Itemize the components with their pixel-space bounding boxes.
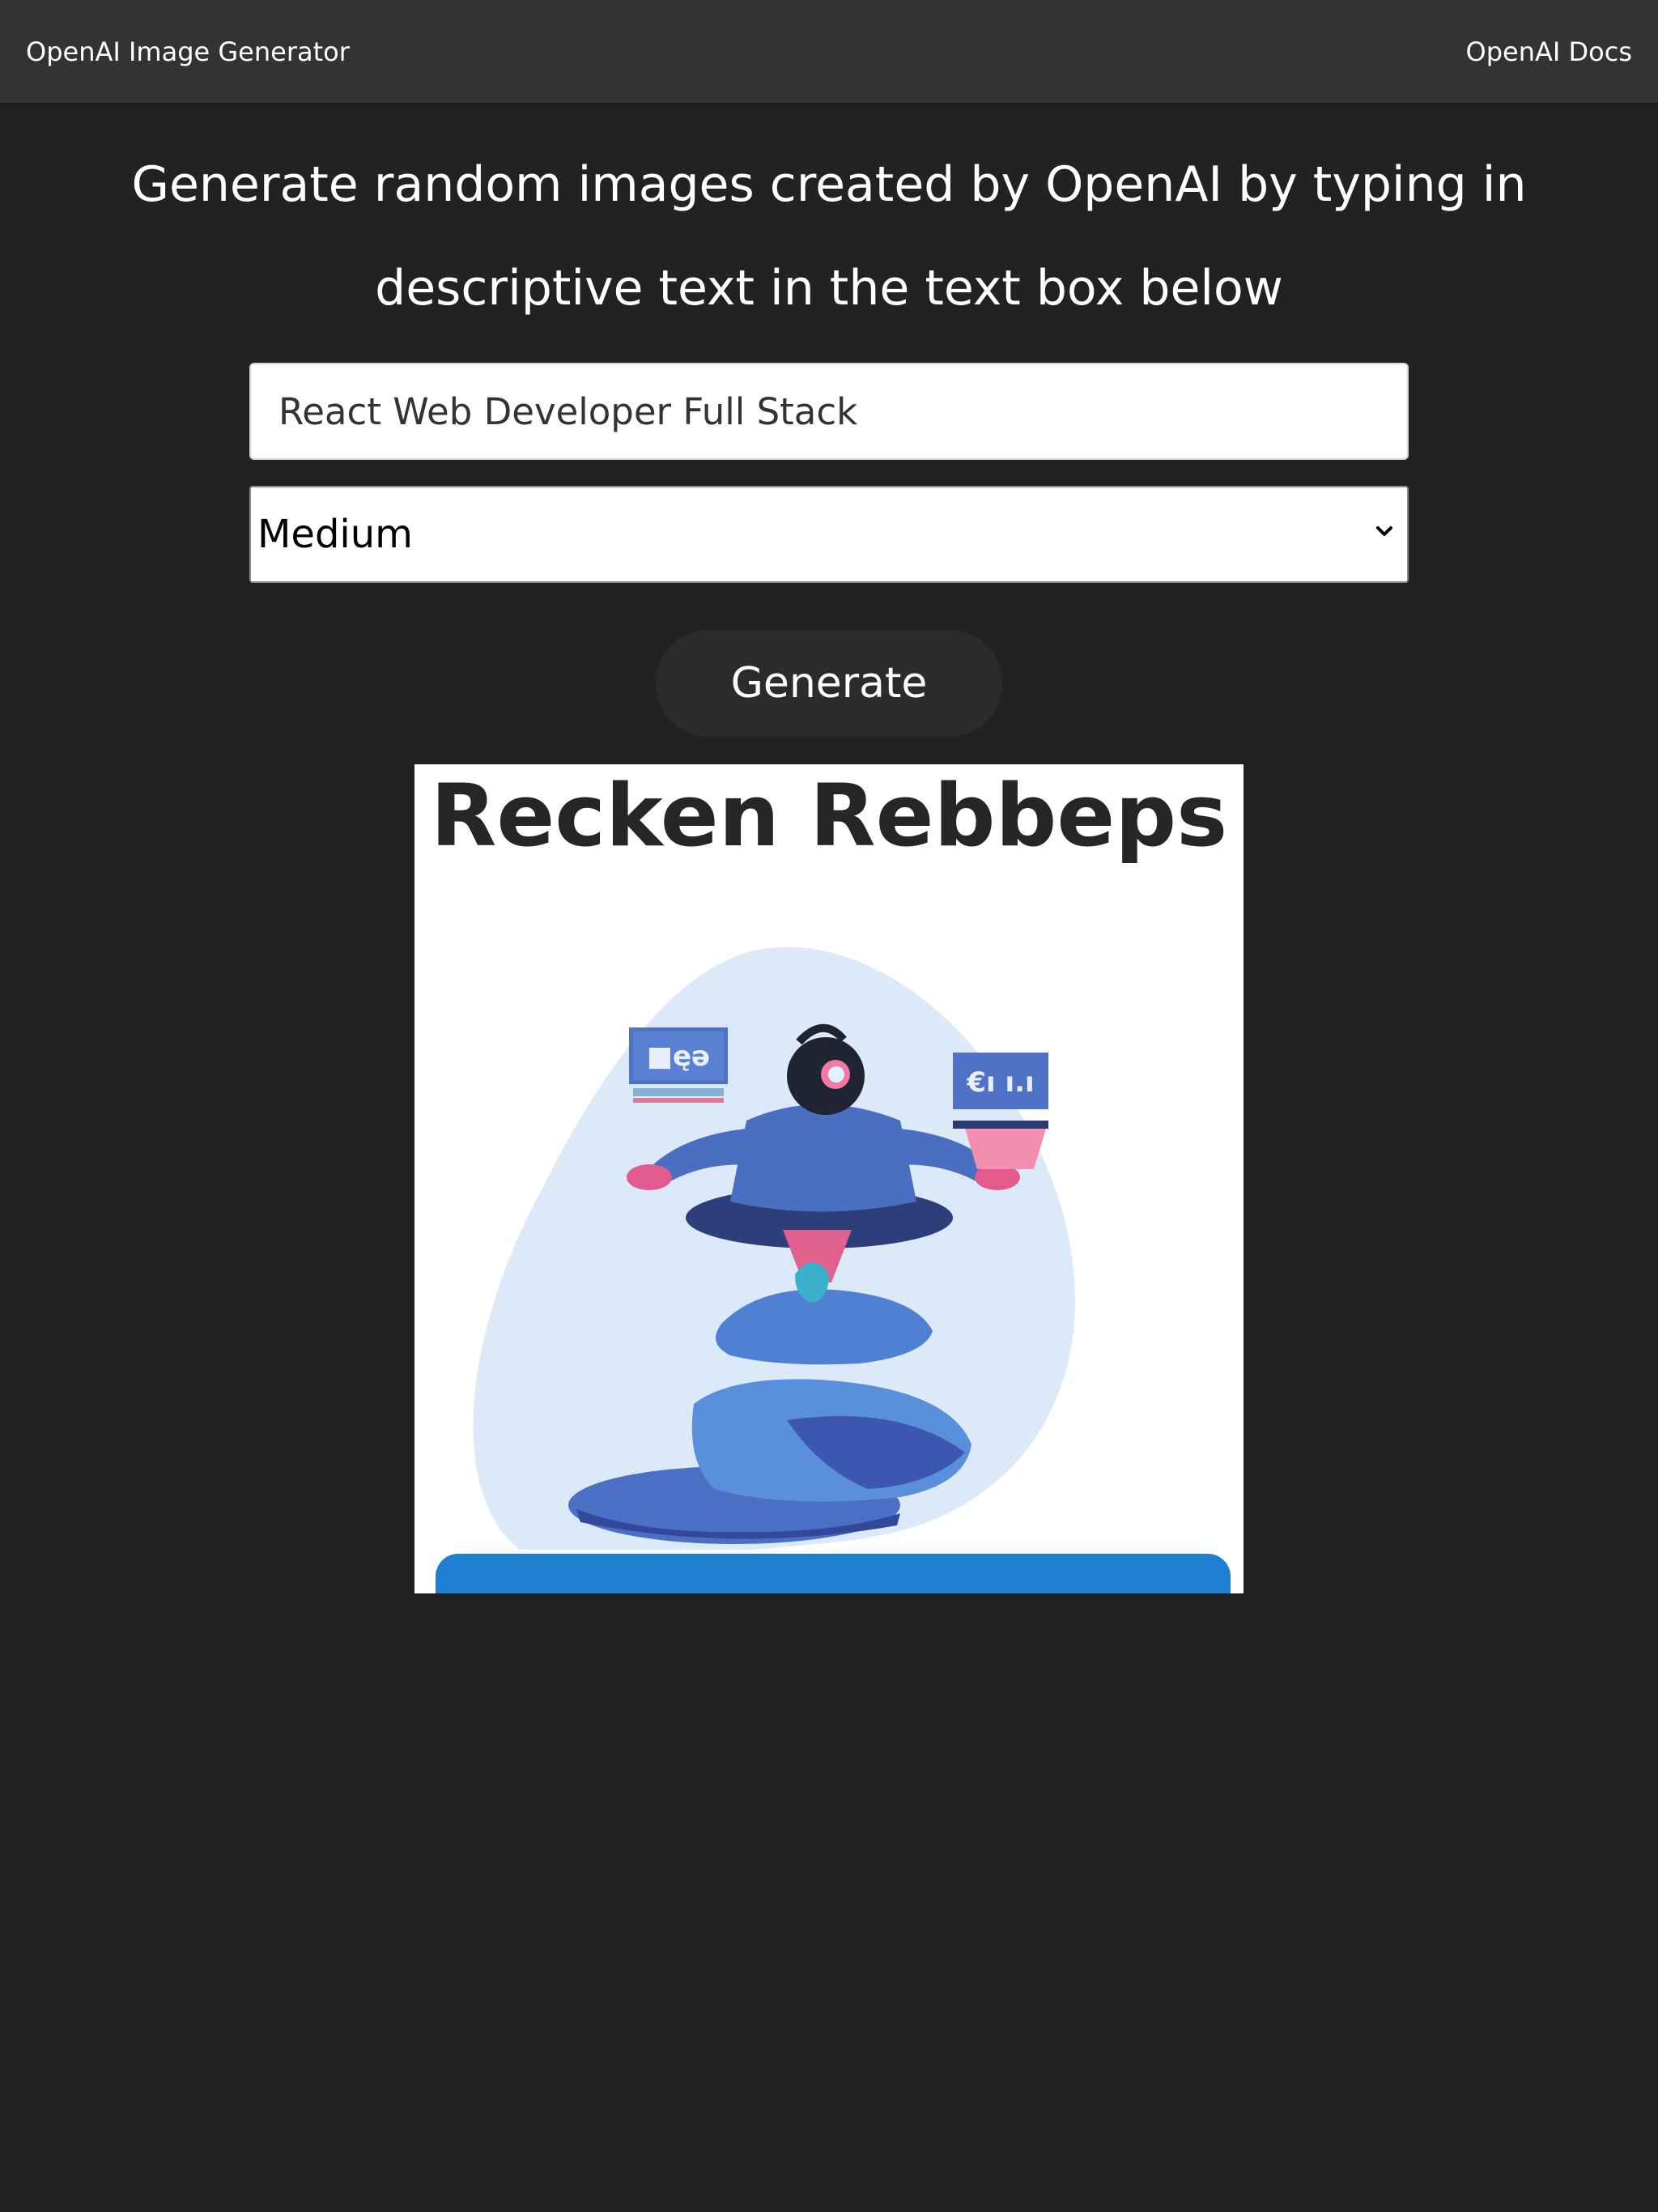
image-caption: Recken Rebbeps <box>431 766 1227 866</box>
size-select-wrapper: Medium <box>249 486 1409 583</box>
navbar: OpenAI Image Generator OpenAI Docs <box>0 0 1658 103</box>
generate-button[interactable]: Generate <box>656 630 1002 737</box>
screen-right-text: €ı ı.ı <box>966 1066 1034 1099</box>
size-select[interactable]: Medium <box>251 487 1407 581</box>
openai-docs-link[interactable]: OpenAI Docs <box>1466 36 1632 67</box>
bottom-bar <box>436 1554 1231 1593</box>
brand-link[interactable]: OpenAI Image Generator <box>26 36 350 67</box>
page-heading: Generate random images created by OpenAI… <box>131 156 1527 317</box>
prompt-input[interactable] <box>249 363 1409 460</box>
figure-torso <box>730 1104 916 1212</box>
screen-left-text: ■ęə <box>647 1040 710 1073</box>
generated-image: Recken Rebbeps ■ęə €ı ı.ı <box>414 764 1244 1593</box>
